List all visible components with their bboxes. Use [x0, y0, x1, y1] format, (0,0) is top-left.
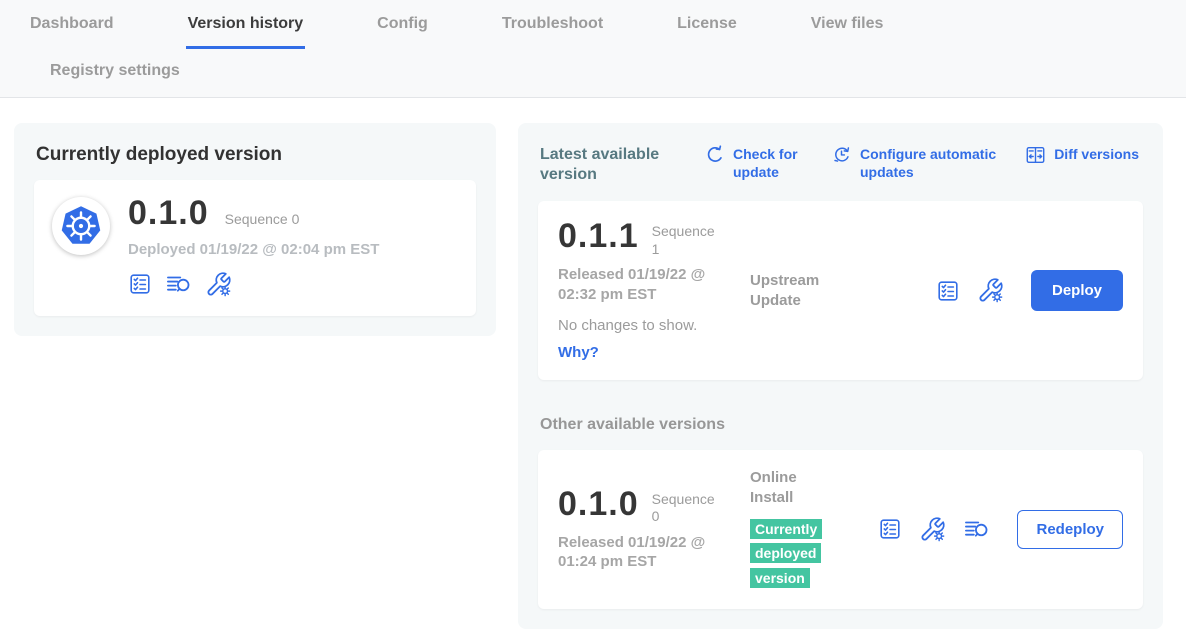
deployed-version-card: 0.1.0 Sequence 0 Deployed 01/19/22 @ 02:…: [34, 180, 476, 316]
sequence-label: Sequence 0: [652, 491, 718, 526]
preflight-checklist-icon[interactable]: [128, 272, 152, 296]
tab-dashboard[interactable]: Dashboard: [28, 15, 116, 49]
tab-registry-settings[interactable]: Registry settings: [48, 62, 182, 92]
config-wrench-icon[interactable]: [205, 271, 232, 298]
version-source: Online Install Currently deployed versio…: [750, 468, 870, 591]
available-versions-panel: Latest available version Check for updat…: [518, 123, 1163, 629]
currently-deployed-title: Currently deployed version: [36, 144, 476, 166]
deployed-timestamp: Deployed 01/19/22 @ 02:04 pm EST: [128, 241, 379, 258]
other-version-details: 0.1.0 Sequence 0 Released 01/19/22 @ 01:…: [558, 487, 750, 572]
version-number: 0.1.1: [558, 219, 639, 255]
app-nav: Dashboard Version history Config Trouble…: [0, 0, 1186, 98]
other-version-card: 0.1.0 Sequence 0 Released 01/19/22 @ 01:…: [538, 450, 1143, 609]
tab-config[interactable]: Config: [375, 15, 430, 49]
app-window: Dashboard Version history Config Trouble…: [0, 0, 1186, 640]
available-versions-header: Latest available version Check for updat…: [538, 143, 1143, 185]
tab-view-files[interactable]: View files: [809, 15, 886, 49]
currently-deployed-badge: Currently deployed version: [750, 519, 822, 588]
redeploy-button[interactable]: Redeploy: [1017, 510, 1123, 549]
deploy-button[interactable]: Deploy: [1031, 270, 1123, 311]
latest-available-title: Latest available version: [540, 145, 680, 185]
sequence-label: Sequence 0: [225, 211, 300, 227]
tab-license[interactable]: License: [675, 15, 739, 49]
changes-note: No changes to show.: [558, 317, 750, 334]
why-link[interactable]: Why?: [558, 344, 599, 361]
released-timestamp: Released 01/19/22 @ 01:24 pm EST: [558, 533, 728, 572]
version-action-icons: [128, 271, 379, 298]
other-version-actions: Redeploy: [878, 510, 1123, 549]
deploy-logs-icon[interactable]: [963, 516, 990, 543]
refresh-icon: [704, 144, 725, 165]
check-for-update-link[interactable]: Check for update: [704, 146, 807, 181]
diff-icon: [1025, 144, 1046, 165]
nav-tabs-row-1: Dashboard Version history Config Trouble…: [28, 15, 1186, 49]
schedule-icon: [831, 144, 852, 165]
kubernetes-icon: [58, 203, 104, 249]
preflight-checklist-icon[interactable]: [878, 517, 902, 541]
nav-tabs-row-2: Registry settings: [28, 49, 1186, 97]
version-source: Upstream Update: [750, 271, 870, 310]
latest-version-details: 0.1.1 Sequence 1 Released 01/19/22 @ 02:…: [558, 219, 750, 362]
latest-version-actions: Deploy: [936, 270, 1123, 311]
tab-version-history[interactable]: Version history: [186, 15, 306, 49]
app-logo: [52, 197, 110, 255]
diff-versions-link[interactable]: Diff versions: [1025, 146, 1139, 165]
other-versions-heading: Other available versions: [540, 416, 1143, 434]
version-history-page: Currently deployed version 0.1.0 Sequenc…: [0, 98, 1186, 629]
deploy-logs-icon[interactable]: [165, 271, 192, 298]
version-number: 0.1.0: [128, 196, 209, 232]
released-timestamp: Released 01/19/22 @ 02:32 pm EST: [558, 265, 728, 304]
sequence-label: Sequence 1: [652, 223, 718, 258]
version-number: 0.1.0: [558, 487, 639, 523]
status-badge-wrap: Currently deployed version: [750, 518, 826, 591]
config-wrench-icon[interactable]: [919, 516, 946, 543]
latest-version-card: 0.1.1 Sequence 1 Released 01/19/22 @ 02:…: [538, 201, 1143, 380]
currently-deployed-panel: Currently deployed version 0.1.0 Sequenc…: [14, 123, 496, 336]
preflight-checklist-icon[interactable]: [936, 279, 960, 303]
config-wrench-icon[interactable]: [977, 277, 1004, 304]
deployed-version-details: 0.1.0 Sequence 0 Deployed 01/19/22 @ 02:…: [128, 196, 379, 298]
tab-troubleshoot[interactable]: Troubleshoot: [500, 15, 605, 49]
configure-automatic-updates-link[interactable]: Configure automatic updates: [831, 146, 1018, 181]
